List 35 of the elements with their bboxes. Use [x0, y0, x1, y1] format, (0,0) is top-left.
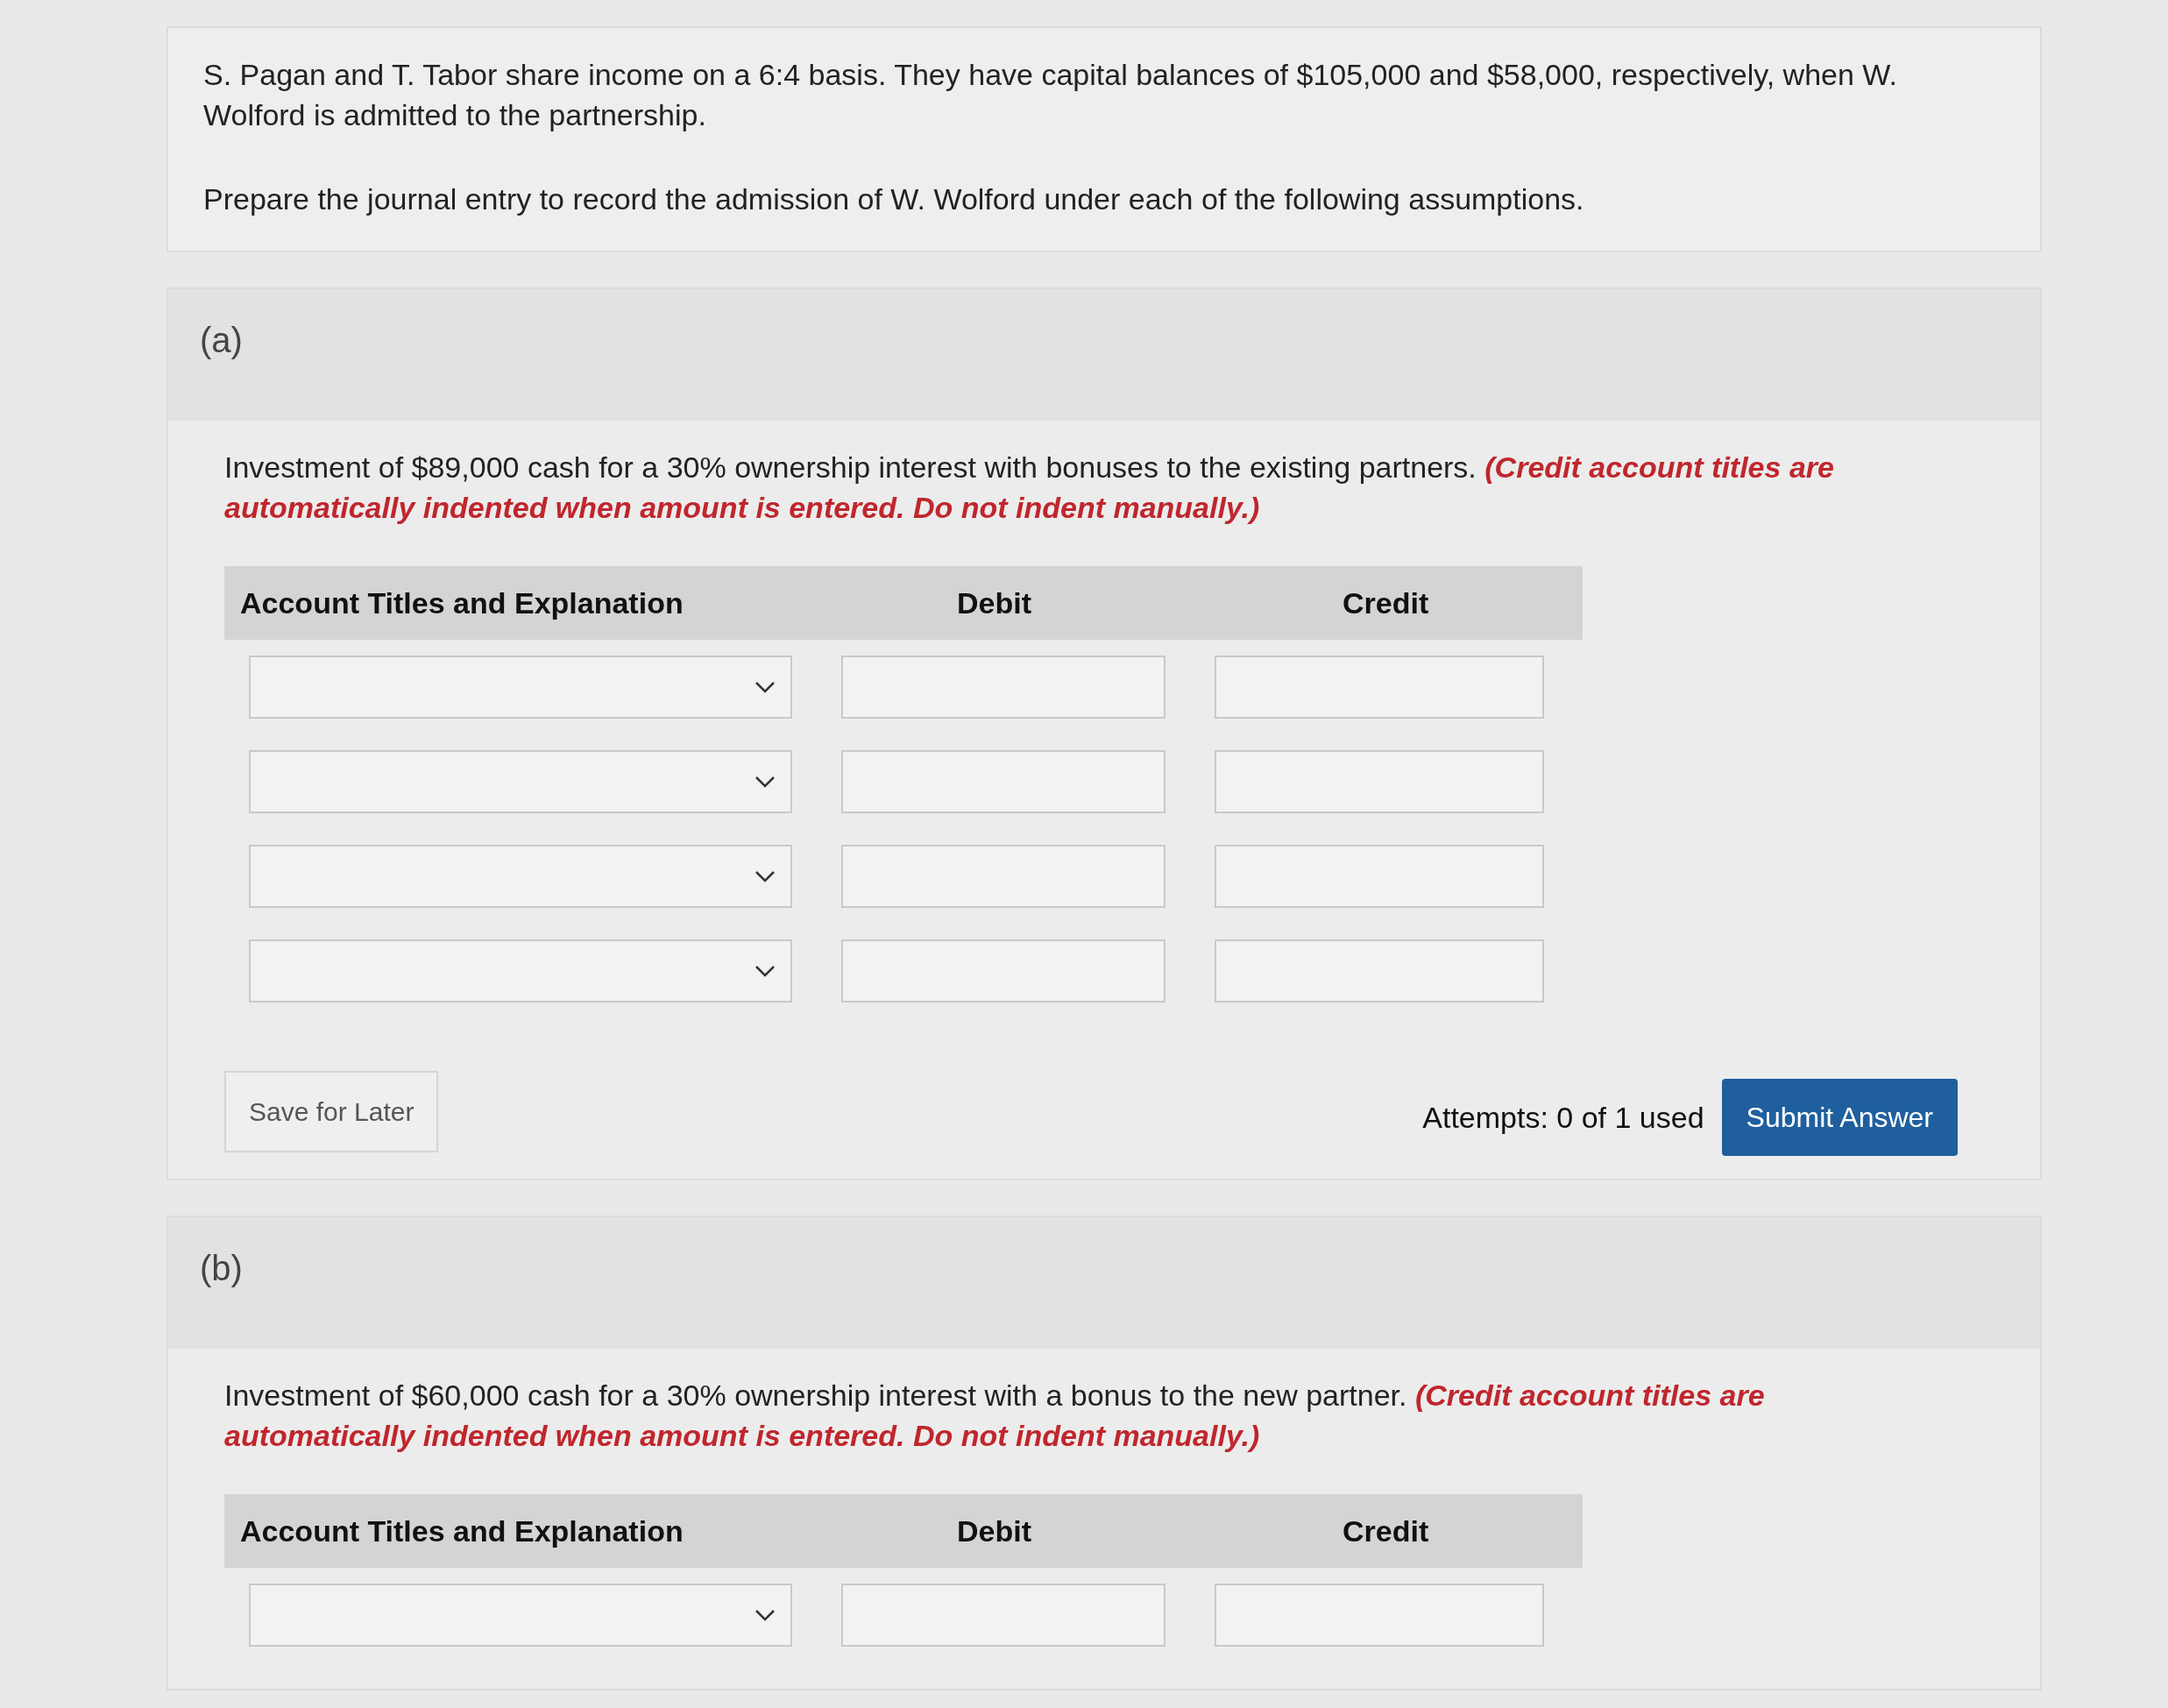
part-label: (a)	[200, 321, 243, 359]
chevron-down-icon	[754, 775, 776, 789]
question-text: Investment of $60,000 cash for a 30% ownership interest with a bonus to the new partner. (Credit account titles are automatically indented when amount is entered. Do not indent manually.)	[224, 1378, 1766, 1454]
account-dropdown[interactable]	[249, 656, 792, 719]
instruction-text: Prepare the journal entry to record the admission of W. Wolford under each of the following assumptions.	[203, 181, 1585, 217]
account-dropdown[interactable]	[249, 939, 792, 1003]
column-header: Credit	[1342, 585, 1429, 621]
column-header: Credit	[1342, 1513, 1429, 1549]
account-dropdown[interactable]	[249, 750, 792, 813]
credit-field[interactable]	[1215, 845, 1544, 908]
chevron-down-icon	[754, 869, 776, 883]
save-for-later-button[interactable]: Save for Later	[224, 1071, 439, 1152]
account-dropdown[interactable]	[249, 1584, 792, 1647]
debit-field[interactable]	[841, 1584, 1165, 1647]
chevron-down-icon	[754, 964, 776, 978]
column-header: Account Titles and Explanation	[239, 1513, 684, 1549]
debit-field[interactable]	[841, 939, 1165, 1003]
column-header: Debit	[957, 585, 1032, 621]
account-dropdown[interactable]	[249, 845, 792, 908]
chevron-down-icon	[754, 1608, 776, 1622]
credit-field[interactable]	[1215, 656, 1544, 719]
submit-answer-button[interactable]: Submit Answer	[1721, 1079, 1958, 1156]
credit-field[interactable]	[1215, 1584, 1544, 1647]
debit-field[interactable]	[841, 845, 1165, 908]
part-label: (b)	[200, 1249, 243, 1287]
column-header: Account Titles and Explanation	[239, 585, 684, 621]
debit-field[interactable]	[841, 656, 1165, 719]
credit-field[interactable]	[1215, 750, 1544, 813]
column-header: Debit	[957, 1513, 1032, 1549]
credit-field[interactable]	[1215, 939, 1544, 1003]
problem-text: S. Pagan and T. Tabor share income on a 6:4 basis. They have capital balances of $105,000 and $58,000, respectively, when W. Wolford is admitted to the partnership.	[203, 57, 1898, 133]
debit-field[interactable]	[841, 750, 1165, 813]
chevron-down-icon	[754, 680, 776, 694]
question-text: Investment of $89,000 cash for a 30% ownership interest with bonuses to the existing partners. (Credit account titles are automatically indented when amount is entered. Do not indent manually.)	[224, 450, 1835, 526]
attempts-text: Attempts: 0 of 1 used	[1422, 1099, 1704, 1136]
